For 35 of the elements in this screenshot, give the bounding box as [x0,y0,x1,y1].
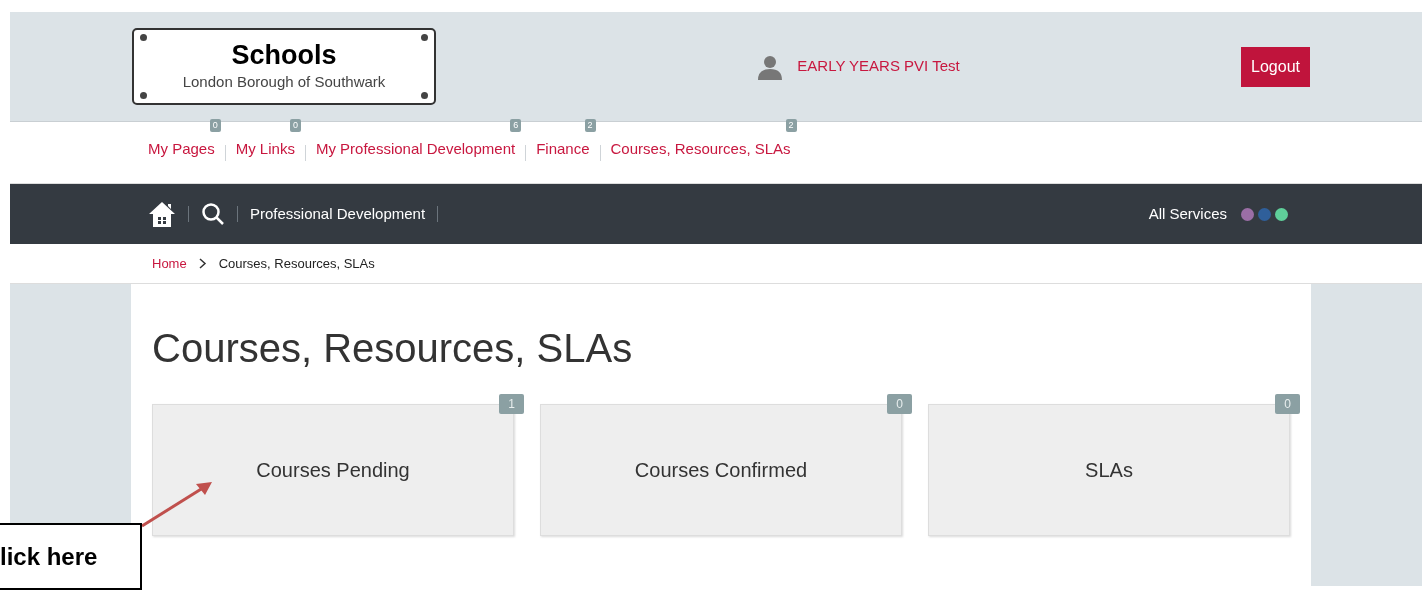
page-heading: Courses, Resources, SLAs [152,325,634,372]
count-badge: 0 [209,119,221,132]
count-badge: 1 [499,394,524,414]
count-badge: 0 [1275,394,1300,414]
home-icon[interactable] [148,200,176,228]
user-icon [757,53,784,80]
breadcrumb-current: Courses, Resources, SLAs [218,254,375,273]
screw-icon [421,92,428,99]
nav-link[interactable]: Finance [536,140,590,157]
tile-label: Courses Pending [256,458,410,483]
breadcrumb-home[interactable]: Home [152,253,187,274]
screw-icon [421,34,428,41]
count-badge: 0 [289,119,301,132]
count-badge: 2 [584,119,596,132]
search-icon[interactable] [201,202,225,226]
user-name[interactable]: EARLY YEARS PVI Test [797,55,960,78]
tile-label: Courses Confirmed [634,458,808,483]
nav-link[interactable]: My Pages [148,140,215,157]
logo[interactable]: Schools London Borough of Southwark [132,28,436,105]
count-badge: 0 [887,394,912,414]
count-badge: 2 [785,119,797,132]
logo-title: Schools [231,39,337,72]
logout-button[interactable]: Logout [1241,46,1310,87]
nav-link[interactable]: My Links [235,140,295,157]
all-services-label[interactable]: All Services [1148,202,1227,226]
logo-subtitle: London Borough of Southwark [182,72,386,93]
section-label[interactable]: Professional Development [250,202,426,226]
nav-link[interactable]: My Professional Development [315,140,516,157]
nav-link[interactable]: Courses, Resources, SLAs [610,140,791,157]
screw-icon [140,34,147,41]
tile-label: SLAs [1085,458,1133,483]
chevron-icon [198,258,207,269]
callout-text: lick here [0,541,98,572]
count-badge: 6 [510,119,522,132]
screw-icon [140,92,147,99]
